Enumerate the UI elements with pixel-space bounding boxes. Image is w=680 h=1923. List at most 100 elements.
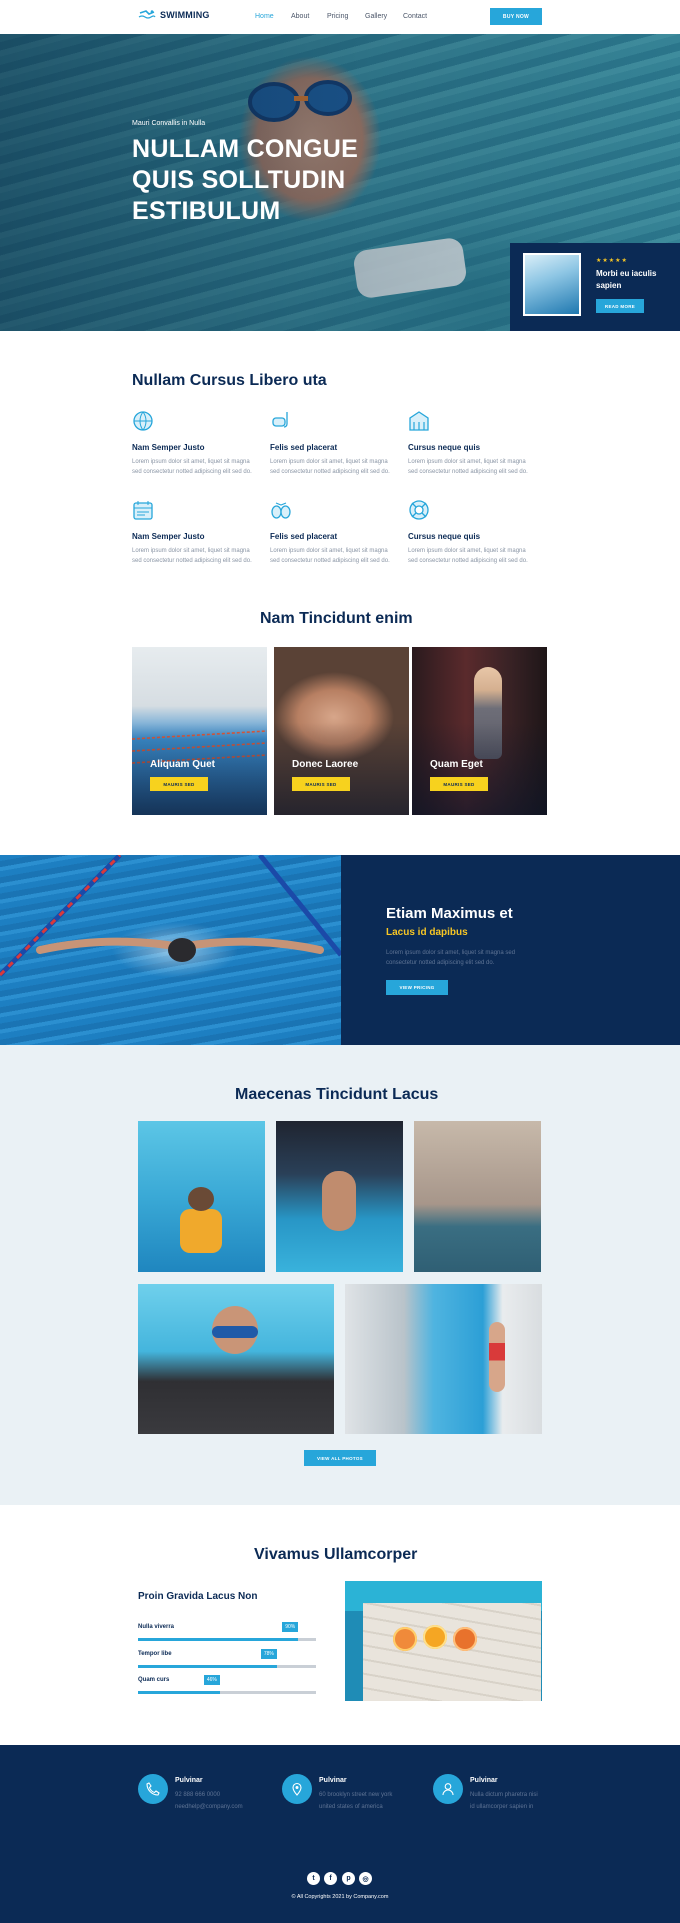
twitter-icon[interactable]: t (307, 1872, 320, 1885)
class-card-title: Quam Eget (430, 759, 483, 770)
contact-title: Pulvinar (175, 1777, 203, 1784)
pinterest-icon[interactable]: p (342, 1872, 355, 1885)
classes-title: Nam Tincidunt enim (260, 610, 413, 627)
class-card-title: Donec Laoree (292, 759, 359, 770)
nav-about[interactable]: About (291, 13, 327, 20)
main-nav: Home About Pricing Gallery Contact (255, 13, 443, 20)
facebook-icon[interactable]: f (324, 1872, 337, 1885)
feature-title: Cursus neque quis (408, 443, 481, 452)
hero-card: ★★★★★ Morbi eu iaculis sapien READ MORE (510, 243, 680, 331)
skill-percent: 78% (260, 1649, 277, 1659)
calendar-icon (133, 501, 153, 520)
nav-contact[interactable]: Contact (403, 13, 443, 20)
buy-now-button[interactable]: BUY NOW (490, 8, 542, 25)
contact-title: Pulvinar (319, 1777, 347, 1784)
feature-item: Nam Semper Justo Lorem ipsum dolor sit a… (132, 410, 252, 477)
goggles-icon (271, 502, 291, 519)
promo-subtitle: Lacus id dapibus (386, 927, 468, 938)
contact-line: Nulla dictum pharetra nisi (470, 1792, 538, 1798)
skill-label: Quam curs (138, 1677, 170, 1683)
contact-line: united states of america (319, 1804, 383, 1810)
butterfly-swimmer-image (0, 855, 341, 1045)
contact-icon-wrap (138, 1774, 168, 1804)
gallery-photo[interactable] (345, 1284, 542, 1434)
class-card[interactable]: Quam Eget MAURIS SED (412, 647, 547, 815)
feature-item: Felis sed placerat Lorem ipsum dolor sit… (270, 410, 390, 477)
contact-icon-wrap (433, 1774, 463, 1804)
feature-item: Felis sed placerat Lorem ipsum dolor sit… (270, 499, 390, 566)
feature-item: Cursus neque quis Lorem ipsum dolor sit … (408, 410, 528, 477)
gallery-photo[interactable] (276, 1121, 403, 1272)
nav-pricing[interactable]: Pricing (327, 13, 365, 20)
skill-fill (138, 1638, 299, 1641)
copyright: © All Copyrights 2021 by Company.com (291, 1894, 389, 1900)
gallery-section (0, 1045, 680, 1505)
contact-line: 60 brooklyn street new york (319, 1792, 393, 1798)
feature-title: Cursus neque quis (408, 532, 481, 541)
skill-bar: Nulla viverra 90% (138, 1622, 316, 1641)
instagram-icon[interactable]: ◎ (359, 1872, 372, 1885)
class-card-button[interactable]: MAURIS SED (430, 777, 488, 791)
skills-title: Vivamus Ullamcorper (254, 1546, 418, 1563)
site-header: SWIMMING Home About Pricing Gallery Cont… (0, 0, 680, 34)
features-title: Nullam Cursus Libero uta (132, 372, 327, 389)
class-card[interactable]: Aliquam Quet MAURIS SED (132, 647, 267, 815)
feature-title: Nam Semper Justo (132, 443, 205, 452)
class-card[interactable]: Donec Laoree MAURIS SED (274, 647, 409, 815)
skill-label: Tempor libe (138, 1651, 172, 1657)
read-more-button[interactable]: READ MORE (596, 299, 644, 313)
class-card-title: Aliquam Quet (150, 759, 216, 770)
promo-section: Etiam Maximus et Lacus id dapibus Lorem … (341, 855, 680, 1045)
logo[interactable]: SWIMMING (138, 10, 210, 20)
contact-icon-wrap (282, 1774, 312, 1804)
gallery-photo[interactable] (138, 1121, 265, 1272)
view-all-photos-button[interactable]: VIEW ALL PHOTOS (304, 1450, 376, 1466)
poolside-drinks-image (345, 1581, 542, 1701)
hero-card-title: Morbi eu iaculis sapien (596, 269, 657, 290)
user-icon (442, 1783, 454, 1796)
swimmer-icon (138, 10, 156, 19)
feature-text: Lorem ipsum dolor sit amet, liquet sit m… (132, 548, 252, 564)
rating-stars: ★★★★★ (596, 258, 628, 264)
feature-text: Lorem ipsum dolor sit amet, liquet sit m… (270, 548, 390, 564)
promo-title: Etiam Maximus et (386, 905, 513, 922)
hero-subtitle: Mauri Convallis in Nulla (132, 120, 206, 127)
nav-gallery[interactable]: Gallery (365, 13, 403, 20)
contact-line[interactable]: needhelp@company.com (175, 1804, 243, 1810)
building-icon (409, 411, 429, 431)
hero-title: NULLAM CONGUE QUIS SOLLTUDIN ESTIBULUM (132, 135, 359, 225)
view-pricing-button[interactable]: VIEW PRICING (386, 980, 448, 995)
skills-subtitle: Proin Gravida Lacus Non (138, 1591, 258, 1602)
feature-title: Nam Semper Justo (132, 532, 205, 541)
gallery-photo[interactable] (138, 1284, 334, 1434)
snorkel-icon (272, 412, 288, 428)
skill-bar: Tempor libe 78% (138, 1649, 316, 1668)
contact-title: Pulvinar (470, 1777, 498, 1784)
promo-text: Lorem ipsum dolor sit amet, liquet sit m… (386, 950, 516, 966)
feature-text: Lorem ipsum dolor sit amet, liquet sit m… (270, 459, 390, 475)
gallery-title: Maecenas Tincidunt Lacus (235, 1086, 439, 1103)
skill-percent: 46% (203, 1675, 220, 1685)
skill-fill (138, 1691, 220, 1694)
logo-text: SWIMMING (160, 10, 210, 20)
feature-title: Felis sed placerat (270, 443, 338, 452)
feature-text: Lorem ipsum dolor sit amet, liquet sit m… (408, 548, 528, 564)
contact-line: id ullamcorper sapien in (470, 1804, 534, 1810)
swimmer-thumbnail (523, 253, 581, 316)
feature-text: Lorem ipsum dolor sit amet, liquet sit m… (132, 459, 252, 475)
skill-percent: 90% (282, 1622, 299, 1632)
skill-bar: Quam curs 46% (138, 1675, 316, 1694)
gallery-photo[interactable] (414, 1121, 541, 1272)
feature-title: Felis sed placerat (270, 532, 338, 541)
map-pin-icon (292, 1782, 302, 1796)
class-card-button[interactable]: MAURIS SED (150, 777, 208, 791)
lifebuoy-icon (409, 500, 429, 520)
phone-icon (146, 1782, 160, 1796)
feature-item: Cursus neque quis Lorem ipsum dolor sit … (408, 499, 528, 566)
contact-line: 92 888 666 0000 (175, 1792, 221, 1798)
globe-icon (133, 411, 153, 431)
feature-item: Nam Semper Justo Lorem ipsum dolor sit a… (132, 499, 252, 566)
feature-text: Lorem ipsum dolor sit amet, liquet sit m… (408, 459, 528, 475)
nav-home[interactable]: Home (255, 13, 291, 20)
class-card-button[interactable]: MAURIS SED (292, 777, 350, 791)
